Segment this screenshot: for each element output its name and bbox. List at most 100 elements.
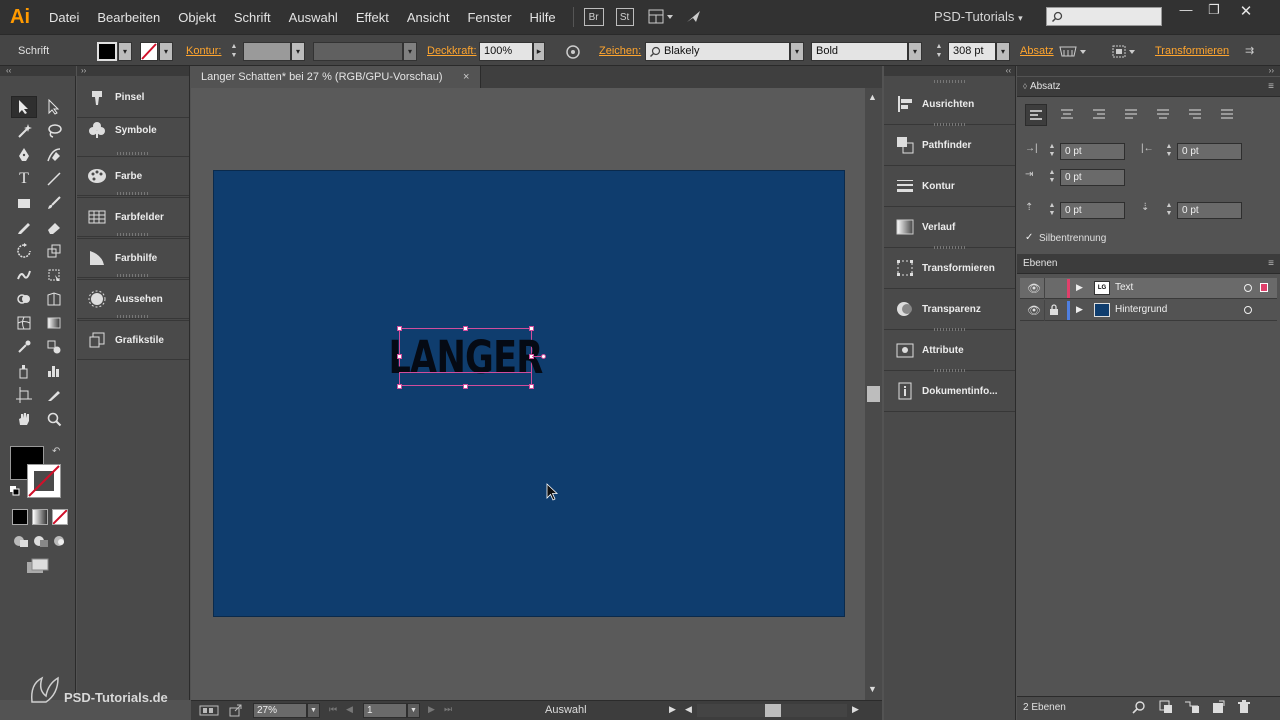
lasso-tool-icon[interactable] [41,120,67,142]
bridge-button[interactable]: Br [583,8,604,26]
gradient-mode-icon[interactable] [32,509,48,525]
font-size-stepper[interactable]: ▲ ▼ [933,42,945,61]
type-tool-icon[interactable]: T [11,168,37,190]
symbol-sprayer-tool-icon[interactable] [11,360,37,382]
font-family-field[interactable]: Blakely [645,42,790,61]
stroke-dropdown[interactable]: ▾ [159,42,173,61]
status-tool-label[interactable]: Auswahl [545,704,587,716]
document-tab[interactable]: Langer Schatten* bei 27 % (RGB/GPU-Vorsc… [191,66,481,88]
panel-symbole[interactable]: Symbole [77,110,189,150]
search-input[interactable] [1046,7,1162,26]
menu-auswahl[interactable]: Auswahl [280,10,347,25]
panel-menu-icon[interactable]: ≡ [1268,254,1274,274]
resize-handle[interactable] [463,326,468,331]
draw-behind-icon[interactable] [32,534,50,548]
left-indent-field[interactable]: 0 pt [1060,143,1125,160]
swap-colors-icon[interactable]: ↶ [52,446,60,457]
text-out-port[interactable] [541,354,546,359]
fill-dropdown[interactable]: ▾ [118,42,132,61]
font-style-field[interactable]: Bold [811,42,908,61]
eye-icon[interactable]: 👁 [1027,282,1041,295]
none-mode-icon[interactable] [52,509,68,525]
lock-icon[interactable] [1049,304,1059,316]
default-colors-icon[interactable] [10,486,20,496]
target-circle-icon[interactable] [1244,284,1252,292]
panel-farbfelder[interactable]: Farbfelder [77,197,189,237]
panel-grafikstile[interactable]: Grafikstile [77,320,189,360]
panel-grip[interactable] [934,80,966,83]
new-sublayer-icon[interactable] [1184,700,1200,714]
panel-farbe[interactable]: Farbe [77,156,189,196]
close-window-button[interactable]: ✕ [1232,2,1260,20]
character-link[interactable]: Zeichen: [599,42,641,61]
panel-grip[interactable] [117,233,149,236]
resize-handle[interactable] [529,326,534,331]
slice-tool-icon[interactable] [41,384,67,406]
menu-hilfe[interactable]: Hilfe [521,10,565,25]
artboard-tool-icon[interactable] [11,384,37,406]
menu-bearbeiten[interactable]: Bearbeiten [88,10,169,25]
text-object-langer[interactable]: LANGER [388,330,543,384]
menu-objekt[interactable]: Objekt [169,10,225,25]
workspace-switcher[interactable]: PSD-Tutorials ▾ [934,9,1023,24]
perspective-grid-tool-icon[interactable] [41,288,67,310]
target-circle-icon[interactable] [1244,306,1252,314]
zoom-field[interactable]: 27% [253,703,307,718]
justify-center-button[interactable] [1153,104,1175,126]
panel-transparenz[interactable]: Transparenz [884,289,1015,330]
panel-ausrichten[interactable]: Ausrichten [884,84,1015,125]
align-to-icon[interactable] [1110,42,1138,61]
stock-button[interactable]: St [615,8,634,26]
resize-handle[interactable] [397,384,402,389]
panel-transformieren[interactable]: Transformieren [884,248,1015,289]
panel-farbhilfe[interactable]: Farbhilfe [77,238,189,278]
space-before-stepper[interactable]: ▲ ▼ [1046,202,1058,219]
panel-menu-icon[interactable]: ≡ [1268,77,1274,97]
close-tab-icon[interactable]: × [463,71,469,83]
panel-pathfinder[interactable]: Pathfinder [884,125,1015,166]
stroke-weight-field[interactable] [243,42,291,61]
warp-tool-icon[interactable] [11,264,37,286]
menu-ansicht[interactable]: Ansicht [398,10,459,25]
align-left-button[interactable] [1025,104,1047,126]
curvature-tool-icon[interactable] [41,144,67,166]
paintbrush-tool-icon[interactable] [41,192,67,214]
panel-expand-chevron-icon[interactable]: ◊ [1023,82,1027,91]
eraser-tool-icon[interactable] [41,216,67,238]
control-bar-menu-icon[interactable]: ⇉ [1245,42,1265,61]
stroke-swatch[interactable] [140,42,158,61]
zoom-tool-icon[interactable] [41,408,67,430]
scroll-down-icon[interactable]: ▼ [868,684,877,694]
panel-verlauf[interactable]: Verlauf [884,207,1015,248]
profile-dropdown[interactable]: ▾ [403,42,417,61]
panel-kontur[interactable]: Kontur [884,166,1015,207]
font-size-dropdown[interactable]: ▾ [996,42,1010,61]
blend-tool-icon[interactable] [41,336,67,358]
stroke-weight-stepper[interactable]: ▲ ▼ [228,42,240,61]
column-graph-tool-icon[interactable] [41,360,67,382]
selection-indicator[interactable] [1260,283,1268,292]
vertical-scrollbar[interactable]: ▲ ▼ [865,88,882,700]
toolbar-collapse-icon[interactable]: ‹‹ [0,66,76,76]
arrange-documents-icon[interactable] [648,8,676,26]
rectangle-tool-icon[interactable] [11,192,37,214]
left-indent-stepper[interactable]: ▲ ▼ [1046,143,1058,160]
resize-handle[interactable] [463,384,468,389]
eye-icon[interactable]: 👁 [1027,304,1041,317]
resize-handle[interactable] [397,354,402,359]
stroke-color-swatch[interactable] [27,464,61,498]
gradient-tool-icon[interactable] [41,312,67,334]
panel-grip[interactable] [117,315,149,318]
zoom-dropdown[interactable]: ▼ [307,703,320,718]
globe-icon[interactable] [1058,42,1088,61]
paragraph-link[interactable]: Absatz [1020,42,1054,61]
menu-effekt[interactable]: Effekt [347,10,398,25]
horizontal-scroll-thumb[interactable] [765,704,781,717]
eyedropper-tool-icon[interactable] [11,336,37,358]
font-style-dropdown[interactable]: ▾ [908,42,922,61]
stroke-weight-dropdown[interactable]: ▾ [291,42,305,61]
color-mode-icon[interactable] [12,509,28,525]
status-menu-arrow[interactable]: ▶ [669,704,676,715]
stroke-link[interactable]: Kontur: [186,42,221,61]
paragraph-panel-header[interactable]: ◊ Absatz ≡ [1017,77,1280,97]
